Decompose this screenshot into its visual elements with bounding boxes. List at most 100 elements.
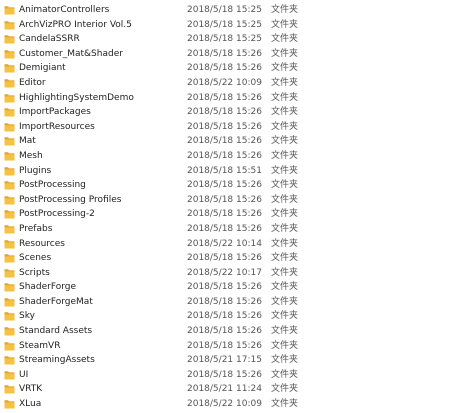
file-type: 文件夹	[271, 121, 299, 132]
file-modified-date: 2018/5/18 15:26	[187, 209, 262, 220]
file-type: 文件夹	[271, 267, 299, 278]
file-name: Editor	[19, 77, 46, 88]
file-row[interactable]: HighlightingSystemDemo 2018/5/18 15:26 文…	[0, 91, 474, 106]
folder-icon	[4, 5, 15, 15]
file-row[interactable]: ShaderForge 2018/5/18 15:26 文件夹	[0, 280, 474, 295]
file-row[interactable]: ArchVizPRO Interior Vol.5 2018/5/18 15:2…	[0, 18, 474, 33]
file-row[interactable]: Mesh 2018/5/18 15:26 文件夹	[0, 149, 474, 164]
file-name: StreamingAssets	[19, 355, 95, 366]
file-modified-date: 2018/5/18 15:26	[187, 369, 262, 380]
file-row[interactable]: ImportResources 2018/5/18 15:26 文件夹	[0, 120, 474, 135]
file-type: 文件夹	[271, 253, 299, 264]
file-row[interactable]: Mat 2018/5/18 15:26 文件夹	[0, 134, 474, 149]
file-name: ShaderForge	[19, 282, 77, 293]
file-row[interactable]: ImportPackages 2018/5/18 15:26 文件夹	[0, 105, 474, 120]
file-type: 文件夹	[271, 223, 299, 234]
file-modified-date: 2018/5/18 15:26	[187, 107, 262, 118]
file-row[interactable]: Plugins 2018/5/18 15:51 文件夹	[0, 164, 474, 179]
file-modified-date: 2018/5/18 15:25	[187, 19, 262, 30]
file-modified-date: 2018/5/18 15:26	[187, 282, 262, 293]
folder-icon	[4, 311, 15, 321]
file-type: 文件夹	[271, 34, 299, 45]
file-name: ImportPackages	[19, 107, 91, 118]
file-name: Customer_Mat&Shader	[19, 48, 123, 59]
file-type: 文件夹	[271, 150, 299, 161]
file-name: UI	[19, 369, 29, 380]
file-modified-date: 2018/5/22 10:09	[187, 399, 262, 410]
file-modified-date: 2018/5/21 11:24	[187, 384, 262, 395]
folder-icon	[4, 78, 15, 88]
folder-icon	[4, 297, 15, 307]
folder-icon	[4, 49, 15, 59]
file-row[interactable]: Customer_Mat&Shader 2018/5/18 15:26 文件夹	[0, 47, 474, 62]
file-type: 文件夹	[271, 180, 299, 191]
file-row[interactable]: CandelaSSRR 2018/5/18 15:25 文件夹	[0, 32, 474, 47]
file-modified-date: 2018/5/18 15:26	[187, 296, 262, 307]
file-row[interactable]: Prefabs 2018/5/18 15:26 文件夹	[0, 222, 474, 237]
file-modified-date: 2018/5/18 15:26	[187, 326, 262, 337]
file-name: SteamVR	[19, 340, 61, 351]
file-type: 文件夹	[271, 282, 299, 293]
file-modified-date: 2018/5/18 15:26	[187, 63, 262, 74]
file-modified-date: 2018/5/18 15:26	[187, 121, 262, 132]
file-row[interactable]: Scripts 2018/5/22 10:17 文件夹	[0, 266, 474, 281]
file-name: Resources	[19, 238, 65, 249]
file-list: AnimatorControllers 2018/5/18 15:25 文件夹 …	[0, 3, 474, 412]
file-name: Mat	[19, 136, 36, 147]
file-name: ImportResources	[19, 121, 95, 132]
file-modified-date: 2018/5/18 15:26	[187, 253, 262, 264]
file-name: XLua	[19, 399, 42, 410]
file-type: 文件夹	[271, 48, 299, 59]
file-name: Scenes	[19, 253, 52, 264]
file-row[interactable]: VRTK 2018/5/21 11:24 文件夹	[0, 382, 474, 397]
folder-icon	[4, 399, 15, 409]
folder-icon	[4, 122, 15, 132]
folder-icon	[4, 180, 15, 190]
file-name: Standard Assets	[19, 326, 93, 337]
folder-icon	[4, 282, 15, 292]
file-name: Scripts	[19, 267, 50, 278]
file-name: Sky	[19, 311, 35, 322]
file-row[interactable]: PostProcessing-2 2018/5/18 15:26 文件夹	[0, 207, 474, 222]
folder-icon	[4, 268, 15, 278]
file-type: 文件夹	[271, 399, 299, 410]
folder-icon	[4, 195, 15, 205]
folder-icon	[4, 209, 15, 219]
file-row[interactable]: UI 2018/5/18 15:26 文件夹	[0, 368, 474, 383]
file-modified-date: 2018/5/18 15:26	[187, 150, 262, 161]
file-row[interactable]: Scenes 2018/5/18 15:26 文件夹	[0, 251, 474, 266]
file-row[interactable]: Demigiant 2018/5/18 15:26 文件夹	[0, 61, 474, 76]
file-row[interactable]: Editor 2018/5/22 10:09 文件夹	[0, 76, 474, 91]
file-modified-date: 2018/5/21 17:15	[187, 355, 262, 366]
file-row[interactable]: SteamVR 2018/5/18 15:26 文件夹	[0, 339, 474, 354]
file-row[interactable]: ShaderForgeMat 2018/5/18 15:26 文件夹	[0, 295, 474, 310]
file-row[interactable]: Standard Assets 2018/5/18 15:26 文件夹	[0, 324, 474, 339]
file-row[interactable]: XLua 2018/5/22 10:09 文件夹	[0, 397, 474, 412]
file-modified-date: 2018/5/22 10:17	[187, 267, 262, 278]
folder-icon	[4, 239, 15, 249]
file-type: 文件夹	[271, 92, 299, 103]
file-name: PostProcessing	[19, 180, 86, 191]
file-name: AnimatorControllers	[19, 5, 110, 15]
folder-icon	[4, 384, 15, 394]
file-modified-date: 2018/5/18 15:26	[187, 92, 262, 103]
file-row[interactable]: Resources 2018/5/22 10:14 文件夹	[0, 237, 474, 252]
file-type: 文件夹	[271, 209, 299, 220]
file-modified-date: 2018/5/18 15:26	[187, 311, 262, 322]
file-name: Prefabs	[19, 223, 53, 234]
file-row[interactable]: StreamingAssets 2018/5/21 17:15 文件夹	[0, 353, 474, 368]
file-name: Mesh	[19, 150, 43, 161]
file-row[interactable]: Sky 2018/5/18 15:26 文件夹	[0, 309, 474, 324]
file-type: 文件夹	[271, 165, 299, 176]
file-row[interactable]: PostProcessing 2018/5/18 15:26 文件夹	[0, 178, 474, 193]
file-modified-date: 2018/5/18 15:26	[187, 180, 262, 191]
file-type: 文件夹	[271, 107, 299, 118]
file-row[interactable]: PostProcessing Profiles 2018/5/18 15:26 …	[0, 193, 474, 208]
file-name: HighlightingSystemDemo	[19, 92, 134, 103]
folder-icon	[4, 341, 15, 351]
file-modified-date: 2018/5/18 15:26	[187, 194, 262, 205]
folder-icon	[4, 326, 15, 336]
folder-icon	[4, 355, 15, 365]
file-type: 文件夹	[271, 63, 299, 74]
file-row[interactable]: AnimatorControllers 2018/5/18 15:25 文件夹	[0, 3, 474, 18]
